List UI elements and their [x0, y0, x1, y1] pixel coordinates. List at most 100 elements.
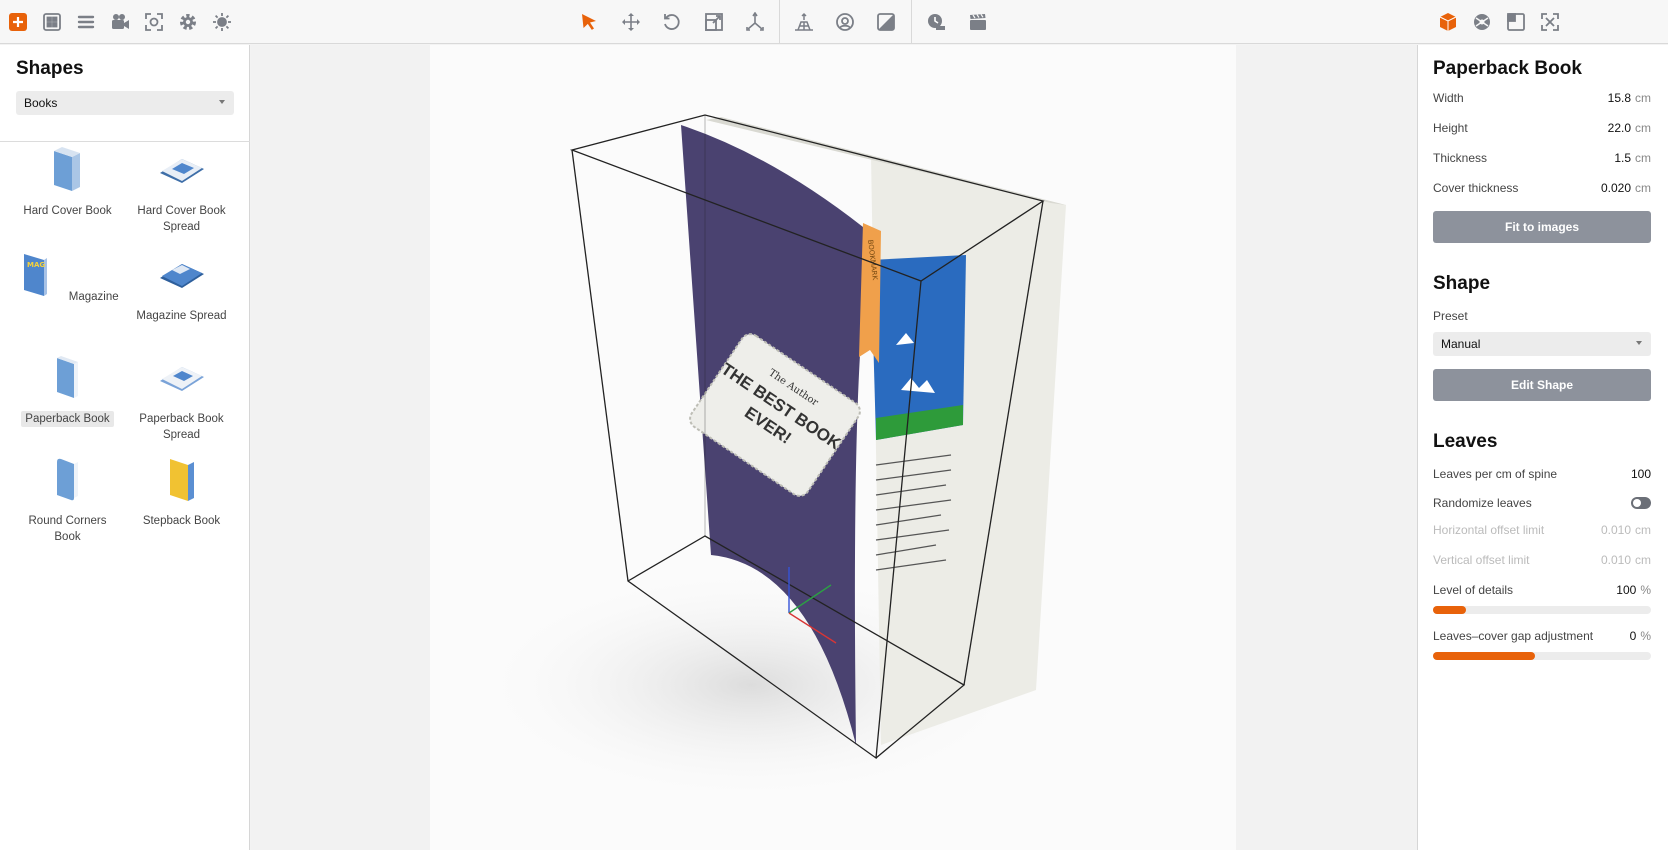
- horizontal-offset-value: 0.010: [1600, 523, 1631, 537]
- object-icon[interactable]: [1434, 8, 1462, 36]
- shape-item-label: Round Corners Book: [28, 515, 107, 543]
- shape-item-label: Hard Cover Book: [23, 205, 112, 217]
- fullscreen-icon[interactable]: [1536, 8, 1564, 36]
- level-of-details-property: Level of details 100%: [1433, 583, 1651, 599]
- gap-adjustment-property: Leaves–cover gap adjustment 0%: [1433, 629, 1651, 645]
- texture-icon[interactable]: [872, 8, 900, 36]
- shape-item-label: Paperback Book Spread: [139, 413, 224, 441]
- scale-icon[interactable]: [700, 8, 728, 36]
- vertical-offset-property: Vertical offset limit 0.010 cm: [1433, 553, 1651, 569]
- leaves-per-cm-property[interactable]: Leaves per cm of spine 100: [1433, 467, 1651, 483]
- thickness-label: Thickness: [1433, 151, 1488, 165]
- object-title: Paperback Book: [1433, 58, 1582, 79]
- height-unit: cm: [1635, 121, 1651, 135]
- layout-icon[interactable]: [1502, 8, 1530, 36]
- sphere-icon[interactable]: [1468, 8, 1496, 36]
- stepback-book-icon: [169, 459, 194, 501]
- width-property[interactable]: Width 15.8 cm: [1433, 91, 1651, 107]
- divider: [0, 141, 250, 142]
- clapperboard-icon[interactable]: [964, 8, 992, 36]
- cover-thickness-label: Cover thickness: [1433, 181, 1519, 195]
- category-select-value: Books: [24, 96, 58, 110]
- thickness-value[interactable]: 1.5: [1614, 151, 1631, 165]
- magazine-icon: MAG: [24, 254, 48, 296]
- height-value[interactable]: 22.0: [1608, 121, 1631, 135]
- horizontal-offset-unit: cm: [1635, 523, 1651, 537]
- light-icon[interactable]: [208, 8, 236, 36]
- magazine-badge: MAG: [27, 261, 45, 269]
- axis-icon[interactable]: [741, 8, 769, 36]
- move-icon[interactable]: [617, 8, 645, 36]
- shapes-panel: Shapes Books Hard Cover Book Hard Cover …: [0, 45, 250, 850]
- width-value[interactable]: 15.8: [1608, 91, 1631, 105]
- preset-select-value: Manual: [1441, 337, 1481, 351]
- toolbar-separator: [779, 0, 780, 44]
- level-of-details-label: Level of details: [1433, 583, 1514, 597]
- magazine-spread-icon: [159, 264, 204, 288]
- shape-item-label: Hard Cover Book Spread: [137, 205, 226, 233]
- grid-icon[interactable]: [38, 8, 66, 36]
- shapes-title: Shapes: [16, 58, 84, 79]
- horizontal-offset-property: Horizontal offset limit 0.010 cm: [1433, 523, 1651, 539]
- shape-item-hard-cover-book-spread[interactable]: Hard Cover Book Spread: [124, 145, 239, 235]
- fit-to-images-button[interactable]: Fit to images: [1433, 211, 1651, 243]
- cover-thickness-property[interactable]: Cover thickness 0.020 cm: [1433, 181, 1651, 197]
- preset-select[interactable]: Manual: [1433, 332, 1651, 356]
- randomize-leaves-toggle[interactable]: [1631, 497, 1651, 509]
- rotate-icon[interactable]: [658, 8, 686, 36]
- render-icon[interactable]: [922, 8, 950, 36]
- floor-icon[interactable]: [790, 8, 818, 36]
- cover-thickness-value[interactable]: 0.020: [1601, 181, 1631, 195]
- category-select[interactable]: Books: [16, 91, 234, 115]
- gear-icon[interactable]: [174, 8, 202, 36]
- gap-adjustment-value[interactable]: 0: [1630, 629, 1637, 643]
- shape-item-label: Magazine Spread: [136, 310, 227, 322]
- material-icon[interactable]: [831, 8, 859, 36]
- height-property[interactable]: Height 22.0 cm: [1433, 121, 1651, 137]
- shape-item-stepback-book[interactable]: Stepback Book: [124, 455, 239, 529]
- camera-icon[interactable]: [106, 8, 134, 36]
- shape-item-magazine-spread[interactable]: Magazine Spread: [124, 250, 239, 324]
- vertical-offset-value: 0.010: [1600, 553, 1631, 567]
- gap-adjustment-unit: %: [1640, 629, 1651, 643]
- edit-shape-button[interactable]: Edit Shape: [1433, 369, 1651, 401]
- height-label: Height: [1433, 121, 1468, 135]
- horizontal-offset-label: Horizontal offset limit: [1433, 523, 1545, 537]
- level-of-details-value[interactable]: 100: [1616, 583, 1636, 597]
- shape-item-label: Magazine: [68, 291, 119, 303]
- paperback-book-icon: [56, 356, 78, 398]
- add-shape-icon[interactable]: [4, 8, 32, 36]
- vertical-offset-unit: cm: [1635, 553, 1651, 567]
- width-label: Width: [1433, 91, 1464, 105]
- focus-icon[interactable]: [140, 8, 168, 36]
- shape-item-label: Paperback Book: [21, 411, 114, 427]
- leaves-per-cm-label: Leaves per cm of spine: [1433, 467, 1558, 481]
- shape-item-paperback-book-spread[interactable]: Paperback Book Spread: [124, 353, 239, 443]
- level-of-details-unit: %: [1640, 583, 1651, 597]
- shape-item-magazine[interactable]: MAG Magazine: [10, 250, 125, 305]
- toolbar-separator: [911, 0, 912, 44]
- paperback-book-spread-icon: [159, 367, 204, 391]
- gap-adjustment-label: Leaves–cover gap adjustment: [1433, 629, 1594, 643]
- thickness-property[interactable]: Thickness 1.5 cm: [1433, 151, 1651, 167]
- chevron-down-icon: [1636, 341, 1642, 345]
- hard-cover-book-spread-icon: [159, 159, 204, 183]
- layers-icon[interactable]: [72, 8, 100, 36]
- randomize-leaves-label: Randomize leaves: [1433, 496, 1532, 510]
- 3d-viewport[interactable]: BOOKMARK The Author THE BEST BOOK EVER!: [251, 45, 1417, 850]
- leaves-per-cm-value[interactable]: 100: [1631, 467, 1651, 481]
- gap-adjustment-slider[interactable]: [1433, 652, 1651, 660]
- round-corners-book-icon: [56, 458, 78, 501]
- level-of-details-slider[interactable]: [1433, 606, 1651, 614]
- shape-item-paperback-book[interactable]: Paperback Book: [10, 353, 125, 427]
- shape-item-hard-cover-book[interactable]: Hard Cover Book: [10, 145, 125, 219]
- randomize-leaves-property: Randomize leaves: [1433, 496, 1651, 512]
- properties-panel: Paperback Book Width 15.8 cm Height 22.0 c…: [1417, 45, 1668, 850]
- preset-label: Preset: [1433, 309, 1468, 323]
- shape-item-round-corners-book[interactable]: Round Corners Book: [10, 455, 125, 545]
- vertical-offset-label: Vertical offset limit: [1433, 553, 1530, 567]
- cover-thickness-unit: cm: [1635, 181, 1651, 195]
- select-icon[interactable]: [575, 8, 603, 36]
- hard-cover-book-icon: [53, 147, 80, 191]
- level-of-details-fill: [1433, 606, 1466, 614]
